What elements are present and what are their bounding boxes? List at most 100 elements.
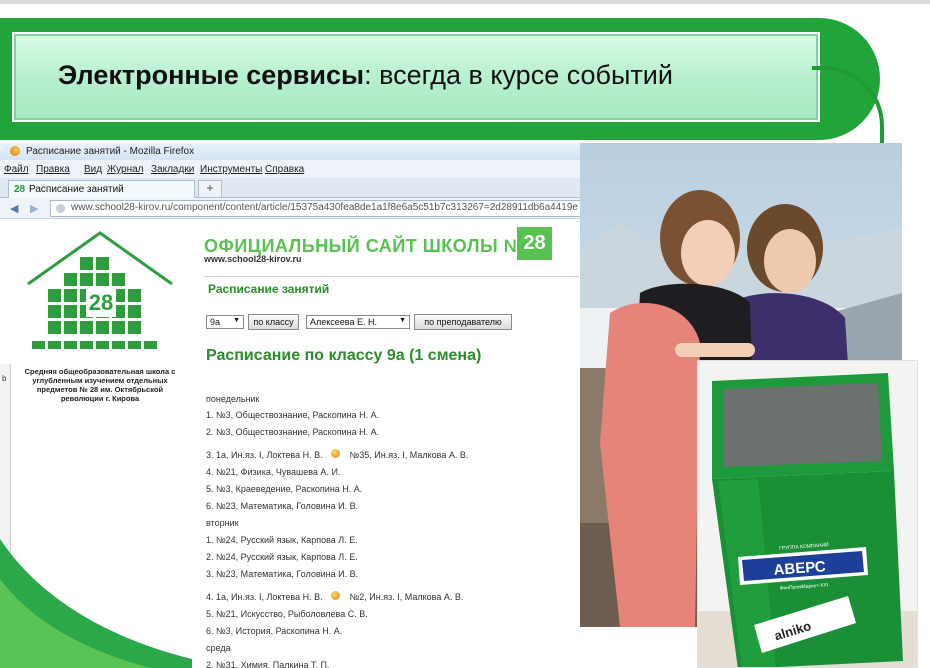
logo-square <box>80 273 93 286</box>
schedule-line-text: 3. №23, Математика, Головина И. В. <box>206 569 359 579</box>
schedule-line-text: среда <box>206 643 231 653</box>
schedule-line-text: 2. №31, Химия, Палкина Т. П. <box>206 660 330 668</box>
kiosk-illustration: АВЕРС ГРУППА КОМПАНИЙ ФинПромМаркет-XXI … <box>698 361 917 667</box>
logo-square <box>48 321 61 334</box>
tab-label: Расписание занятий <box>29 184 124 195</box>
logo-square <box>80 321 93 334</box>
teacher-select-value: Алексеева Е. Н. <box>310 317 377 327</box>
by-class-button[interactable]: по классу <box>248 314 299 330</box>
class-select-value: 9а <box>210 317 221 327</box>
schedule-line: 4. №21, Физика, Чувашева А. И. <box>206 467 340 477</box>
navigation-bar: ◀ ▶ www.school28-kirov.ru/component/cont… <box>0 198 590 219</box>
menu-file[interactable]: Файл <box>4 164 29 175</box>
schedule-line: 2. №24, Русский язык, Карпова Л. Е. <box>206 552 358 562</box>
avers-brand: АВЕРС <box>773 558 826 579</box>
class-select[interactable]: 9а ▼ <box>206 315 244 329</box>
top-divider <box>0 0 930 4</box>
menu-bar: Файл Правка Вид Журнал Закладки Инструме… <box>0 160 590 178</box>
teacher-select[interactable]: Алексеева Е. Н. ▼ <box>306 315 410 329</box>
logo-square <box>64 289 77 302</box>
class-schedule-heading: Расписание по классу 9а (1 смена) <box>206 347 482 364</box>
schedule-heading: Расписание занятий <box>208 282 330 296</box>
menu-bookmarks[interactable]: Закладки <box>151 164 194 175</box>
schedule-line: 3. №23, Математика, Головина И. В. <box>206 569 358 579</box>
schedule-line: 2. №31, Химия, Палкина Т. П. <box>206 660 329 668</box>
schedule-line: вторник <box>206 518 239 528</box>
site-url[interactable]: www.school28-kirov.ru <box>204 254 302 264</box>
logo-square <box>48 341 61 349</box>
schedule-line-text: 4. №21, Физика, Чувашева А. И. <box>206 467 341 477</box>
schedule-line: 6. №23, Математика, Головина И. В. <box>206 501 358 511</box>
schedule-line-alt: №2, Ин.яз. I, Малкова А. В. <box>349 592 464 602</box>
forward-arrow-icon[interactable]: ▶ <box>30 202 38 215</box>
logo-square <box>128 289 141 302</box>
schedule-line-text: 3. 1а, Ин.яз. I, Локтева Н. В. <box>206 450 323 460</box>
menu-edit[interactable]: Правка <box>36 164 70 175</box>
logo-square <box>32 341 45 349</box>
logo-square <box>64 273 77 286</box>
logo-square <box>96 273 109 286</box>
site-identity-icon <box>56 204 65 213</box>
schedule-line-text: 1. №24, Русский язык, Карпова Л. Е. <box>206 535 358 545</box>
schedule-line: 1. №24, Русский язык, Карпова Л. Е. <box>206 535 358 545</box>
banner-title: Электронные сервисы: всегда в курсе собы… <box>58 60 673 91</box>
schedule-line-text: вторник <box>206 518 239 528</box>
tab-favicon: 28 <box>14 184 26 195</box>
school-logo: 28 <box>27 231 173 349</box>
tab-schedule[interactable]: 28 Расписание занятий <box>8 180 195 198</box>
back-arrow-icon[interactable]: ◀ <box>10 202 18 215</box>
schedule-line-text: 6. №3, История, Раскопина Н. А. <box>206 626 343 636</box>
split-marker-icon <box>330 449 340 458</box>
schedule-line: понедельник <box>206 394 260 404</box>
logo-square <box>128 321 141 334</box>
logo-square <box>96 321 109 334</box>
kiosk-photo: АВЕРС ГРУППА КОМПАНИЙ ФинПромМаркет-XXI … <box>697 360 918 668</box>
schedule-line: 2. №3, Обществознание, Раскопина Н. А. <box>206 427 379 437</box>
logo-square <box>112 321 125 334</box>
window-title: Расписание занятий - Mozilla Firefox <box>26 146 195 157</box>
site-content: ОФИЦИАЛЬНЫЙ САЙТ ШКОЛЫ № 28 www.school28… <box>192 219 590 668</box>
schedule-line: среда <box>206 643 231 653</box>
logo-square <box>128 305 141 318</box>
logo-square <box>144 341 157 349</box>
logo-square <box>64 321 77 334</box>
by-teacher-button[interactable]: по преподавателю <box>414 314 512 330</box>
logo-square <box>128 341 141 349</box>
logo-square <box>80 257 93 270</box>
logo-square <box>64 341 77 349</box>
menu-view[interactable]: Вид <box>84 164 102 175</box>
logo-square <box>112 273 125 286</box>
schedule-line-text: 4. 1а, Ин.яз. I, Локтева Н. В. <box>206 592 323 602</box>
logo-square <box>48 289 61 302</box>
menu-help[interactable]: Справка <box>265 164 304 175</box>
chevron-down-icon: ▼ <box>233 317 240 324</box>
green-swoosh <box>0 539 192 668</box>
schedule-line-text: 5. №21, Искусство, Рыболовлева С. В. <box>206 609 368 619</box>
browser-titlebar: Расписание занятий - Mozilla Firefox <box>0 143 590 160</box>
header-divider <box>204 276 579 277</box>
chevron-down-icon: ▼ <box>399 317 406 324</box>
site-title-number: 28 <box>517 227 552 260</box>
address-bar[interactable]: www.school28-kirov.ru/component/content/… <box>50 200 590 217</box>
schedule-line: 6. №3, История, Раскопина Н. А. <box>206 626 342 636</box>
logo-number: 28 <box>89 290 113 315</box>
schedule-line-text: понедельник <box>206 394 260 404</box>
logo-square <box>112 341 125 349</box>
schedule-line-text: 2. №3, Обществознание, Раскопина Н. А. <box>206 427 380 437</box>
url-text: www.school28-kirov.ru/component/content/… <box>71 202 578 213</box>
split-marker-icon <box>330 591 340 600</box>
schedule-line-text: 6. №23, Математика, Головина И. В. <box>206 501 359 511</box>
banner-title-bold: Электронные сервисы <box>58 60 365 90</box>
menu-history[interactable]: Журнал <box>107 164 144 175</box>
site-sidebar: b 28 Средняя общеобразовательная школа с… <box>0 219 192 668</box>
schedule-line-alt: №35, Ин.яз. I, Малкова А. В. <box>349 450 469 460</box>
schedule-line-text: 1. №3, Обществознание, Раскопина Н. А. <box>206 410 380 420</box>
new-tab-button[interactable]: + <box>198 180 222 198</box>
schedule-line: 5. №21, Искусство, Рыболовлева С. В. <box>206 609 368 619</box>
logo-square <box>64 305 77 318</box>
logo-square <box>96 341 109 349</box>
logo-square <box>96 257 109 270</box>
tab-bar: 28 Расписание занятий + <box>0 178 590 198</box>
menu-tools[interactable]: Инструменты <box>200 164 262 175</box>
schedule-line: 5. №3, Краеведение, Раскопина Н. А. <box>206 484 362 494</box>
